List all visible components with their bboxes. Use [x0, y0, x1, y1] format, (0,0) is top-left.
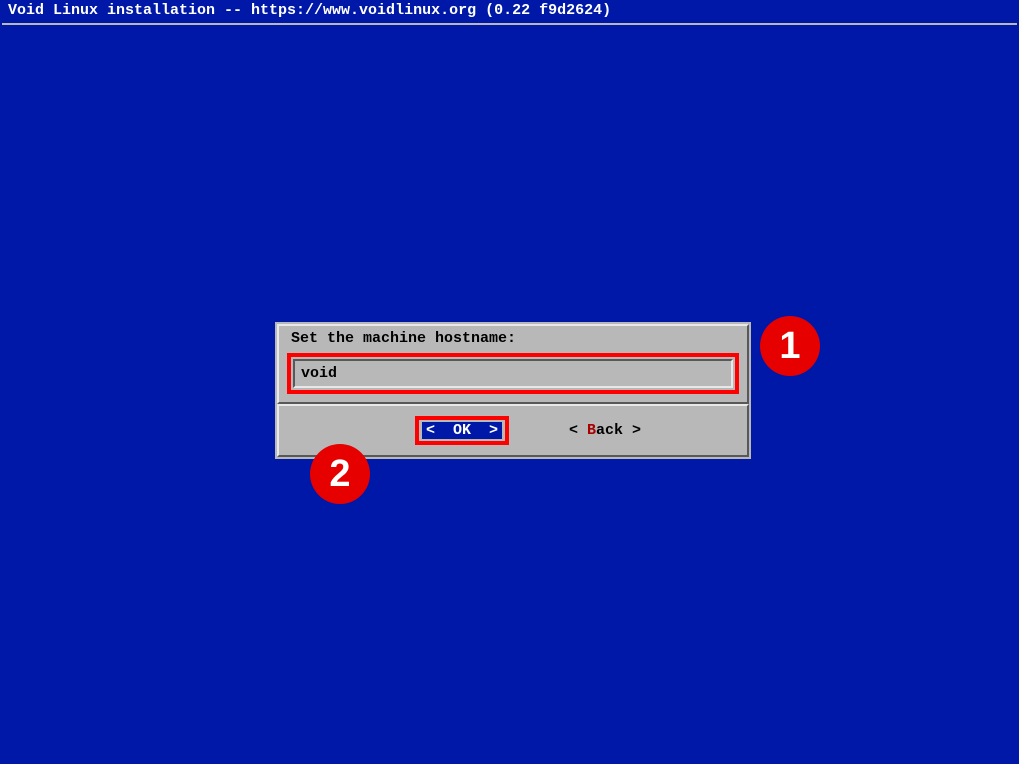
annotation-badge-1: 1 [760, 316, 820, 376]
dialog-prompt: Set the machine hostname: [287, 328, 739, 353]
back-bracket-left: < [569, 422, 587, 439]
back-hotkey: B [587, 422, 596, 439]
annotation-highlight-1 [287, 353, 739, 394]
ok-button[interactable]: < OK > [422, 422, 502, 439]
dialog-body: Set the machine hostname: [277, 324, 749, 404]
hostname-dialog: Set the machine hostname: < OK > < Back … [275, 322, 751, 459]
annotation-highlight-2: < OK > [415, 416, 509, 445]
header-divider [2, 23, 1017, 25]
window-title: Void Linux installation -- https://www.v… [0, 0, 1019, 21]
annotation-badge-2: 2 [310, 444, 370, 504]
back-label-rest: ack > [596, 422, 641, 439]
back-button[interactable]: < Back > [569, 422, 641, 439]
hostname-input[interactable] [293, 359, 733, 388]
